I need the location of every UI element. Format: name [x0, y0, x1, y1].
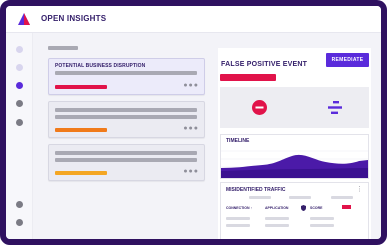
more-options-icon[interactable]: ●●●	[183, 125, 199, 132]
sidebar-item-7[interactable]	[16, 219, 23, 226]
traffic-label: MISIDENTIFIED TRAFFIC	[226, 187, 286, 193]
column-header-score[interactable]: SCORE	[310, 206, 322, 210]
severity-bar	[55, 85, 107, 89]
triangle-logo-icon	[18, 13, 30, 25]
column-header-connection[interactable]: CONNECTION ↑	[226, 206, 252, 210]
block-icon	[252, 100, 267, 115]
sidebar-item-6[interactable]	[16, 201, 23, 208]
severity-bar	[55, 171, 107, 175]
alert-card[interactable]: ●●●	[48, 144, 205, 181]
column-header-application[interactable]: APPLICATION	[265, 206, 288, 210]
alert-card[interactable]: POTENTIAL BUSINESS DISRUPTION ●●●	[48, 58, 205, 95]
app-title: OPEN INSIGHTS	[41, 14, 107, 23]
traffic-table: MISIDENTIFIED TRAFFIC ⋮ CONNECTION ↑ APP…	[220, 182, 369, 239]
event-icons-panel	[220, 87, 369, 128]
text-placeholder	[55, 115, 197, 119]
text-placeholder	[55, 158, 197, 162]
alert-card-title: POTENTIAL BUSINESS DISRUPTION	[55, 63, 146, 69]
more-options-icon[interactable]: ●●●	[183, 168, 199, 175]
sidebar-item-5[interactable]	[16, 119, 23, 126]
severity-bar	[55, 128, 107, 132]
kebab-menu-icon[interactable]: ⋮	[356, 185, 363, 193]
text-placeholder	[331, 196, 353, 199]
event-title: FALSE POSITIVE EVENT	[221, 61, 308, 68]
text-placeholder	[265, 224, 289, 227]
timeline-chart: TIMELINE	[220, 134, 369, 179]
sidebar-item-4[interactable]	[16, 100, 23, 107]
remediate-button[interactable]: REMEDIATE	[326, 53, 369, 67]
shield-icon	[301, 205, 306, 211]
app-window: OPEN INSIGHTS POTENTIAL BUSINESS DISRUPT…	[0, 0, 387, 245]
detail-panel: FALSE POSITIVE EVENT REMEDIATE TIMELINE	[218, 48, 371, 239]
sidebar-item-1[interactable]	[16, 46, 23, 53]
text-placeholder	[226, 224, 250, 227]
score-indicator	[342, 205, 351, 209]
text-placeholder	[310, 217, 334, 220]
alert-card[interactable]: ●●●	[48, 101, 205, 138]
more-options-icon[interactable]: ●●●	[183, 82, 199, 89]
text-placeholder	[310, 224, 334, 227]
text-placeholder	[55, 71, 197, 75]
sidebar-item-3[interactable]	[16, 82, 23, 89]
sidebar	[6, 33, 33, 239]
text-placeholder	[289, 196, 311, 199]
list-header-placeholder	[48, 46, 78, 50]
text-placeholder	[55, 108, 197, 112]
text-placeholder	[55, 151, 197, 155]
main-content: POTENTIAL BUSINESS DISRUPTION ●●● ●●● ●●…	[33, 33, 381, 239]
app-header: OPEN INSIGHTS	[6, 6, 381, 33]
bars-icon	[328, 101, 342, 114]
text-placeholder	[249, 196, 271, 199]
sidebar-item-2[interactable]	[16, 64, 23, 71]
text-placeholder	[265, 217, 289, 220]
timeline-area	[221, 150, 368, 178]
text-placeholder	[226, 217, 250, 220]
alert-indicator-bar	[220, 74, 276, 81]
